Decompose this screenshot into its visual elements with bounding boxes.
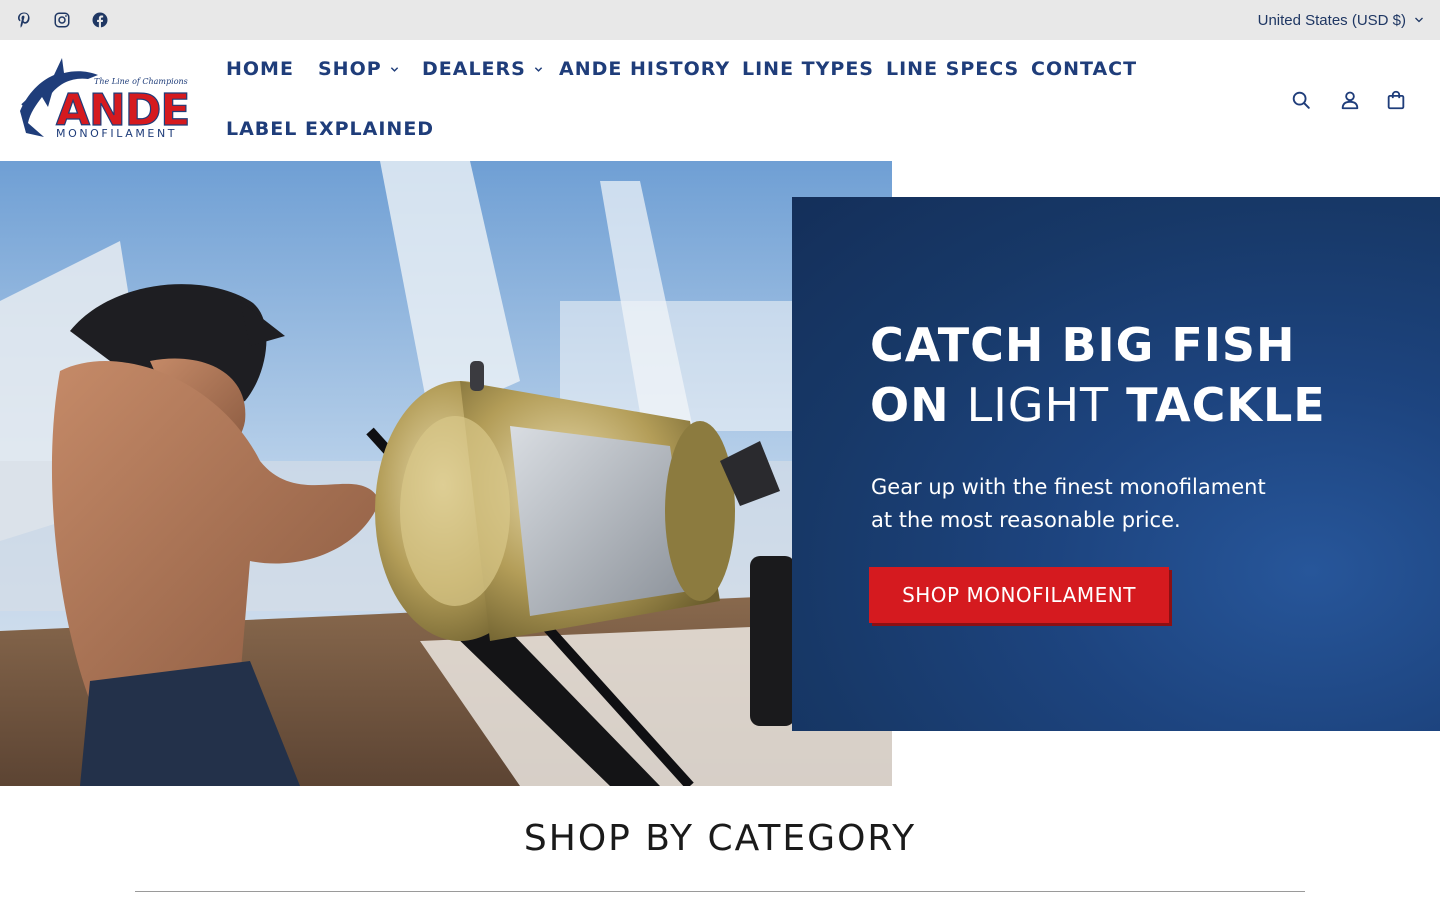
nav-label: ANDE HISTORY	[559, 58, 731, 80]
nav-label: LABEL EXPLAINED	[226, 118, 435, 140]
instagram-icon[interactable]	[52, 10, 72, 30]
locale-selector[interactable]: United States (USD $)	[1258, 0, 1424, 40]
nav-contact[interactable]: CONTACT	[1031, 58, 1137, 80]
subcopy-line-2: at the most reasonable price.	[871, 508, 1181, 532]
nav-label: CONTACT	[1031, 58, 1138, 80]
nav-line-specs[interactable]: LINE SPECS	[886, 58, 1019, 80]
headline-on: ON	[870, 378, 950, 432]
chevron-down-icon	[1415, 17, 1423, 23]
nav-label: DEALERS	[422, 58, 526, 80]
chevron-down-icon	[534, 66, 543, 72]
section-divider	[135, 891, 1305, 892]
nav-label: LINE TYPES	[742, 58, 874, 80]
site-header: The Line of Champions ANDE MONOFILAMENT …	[0, 40, 1440, 161]
search-icon[interactable]	[1290, 89, 1312, 111]
subcopy-line-1: Gear up with the finest monofilament	[871, 475, 1266, 499]
headline-line-2: ON LIGHT TACKLE	[870, 375, 1326, 435]
nav-line-types[interactable]: LINE TYPES	[742, 58, 874, 80]
nav-dealers[interactable]: DEALERS	[422, 58, 543, 80]
section-title: SHOP BY CATEGORY	[523, 818, 917, 859]
headline-line-1: CATCH BIG FISH	[870, 318, 1296, 372]
hero-headline: CATCH BIG FISH ON LIGHT TACKLE	[870, 315, 1326, 435]
nav-ande-history[interactable]: ANDE HISTORY	[559, 58, 730, 80]
brand-logo[interactable]: The Line of Champions ANDE MONOFILAMENT	[18, 53, 194, 140]
headline-light: LIGHT	[966, 378, 1110, 432]
nav-label: HOME	[226, 58, 294, 80]
nav-label: SHOP	[318, 58, 382, 80]
hero-subcopy: Gear up with the finest monofilament at …	[871, 471, 1291, 537]
nav-home[interactable]: HOME	[226, 58, 294, 80]
hero-promo-panel: CATCH BIG FISH ON LIGHT TACKLE Gear up w…	[792, 197, 1440, 731]
top-utility-bar: United States (USD $)	[0, 0, 1440, 40]
pinterest-icon[interactable]	[14, 10, 34, 30]
hero-image	[0, 161, 892, 786]
nav-label-explained[interactable]: LABEL EXPLAINED	[226, 118, 434, 140]
nav-shop[interactable]: SHOP	[318, 58, 399, 80]
chevron-down-icon	[390, 66, 398, 72]
cart-icon[interactable]	[1385, 89, 1407, 111]
account-icon[interactable]	[1339, 89, 1361, 111]
facebook-icon[interactable]	[90, 10, 110, 30]
locale-label: United States (USD $)	[1257, 11, 1406, 29]
svg-text:MONOFILAMENT: MONOFILAMENT	[56, 127, 177, 139]
headline-tackle: TACKLE	[1126, 378, 1326, 432]
shop-monofilament-button[interactable]: SHOP MONOFILAMENT	[869, 567, 1169, 623]
nav-label: LINE SPECS	[886, 58, 1020, 80]
